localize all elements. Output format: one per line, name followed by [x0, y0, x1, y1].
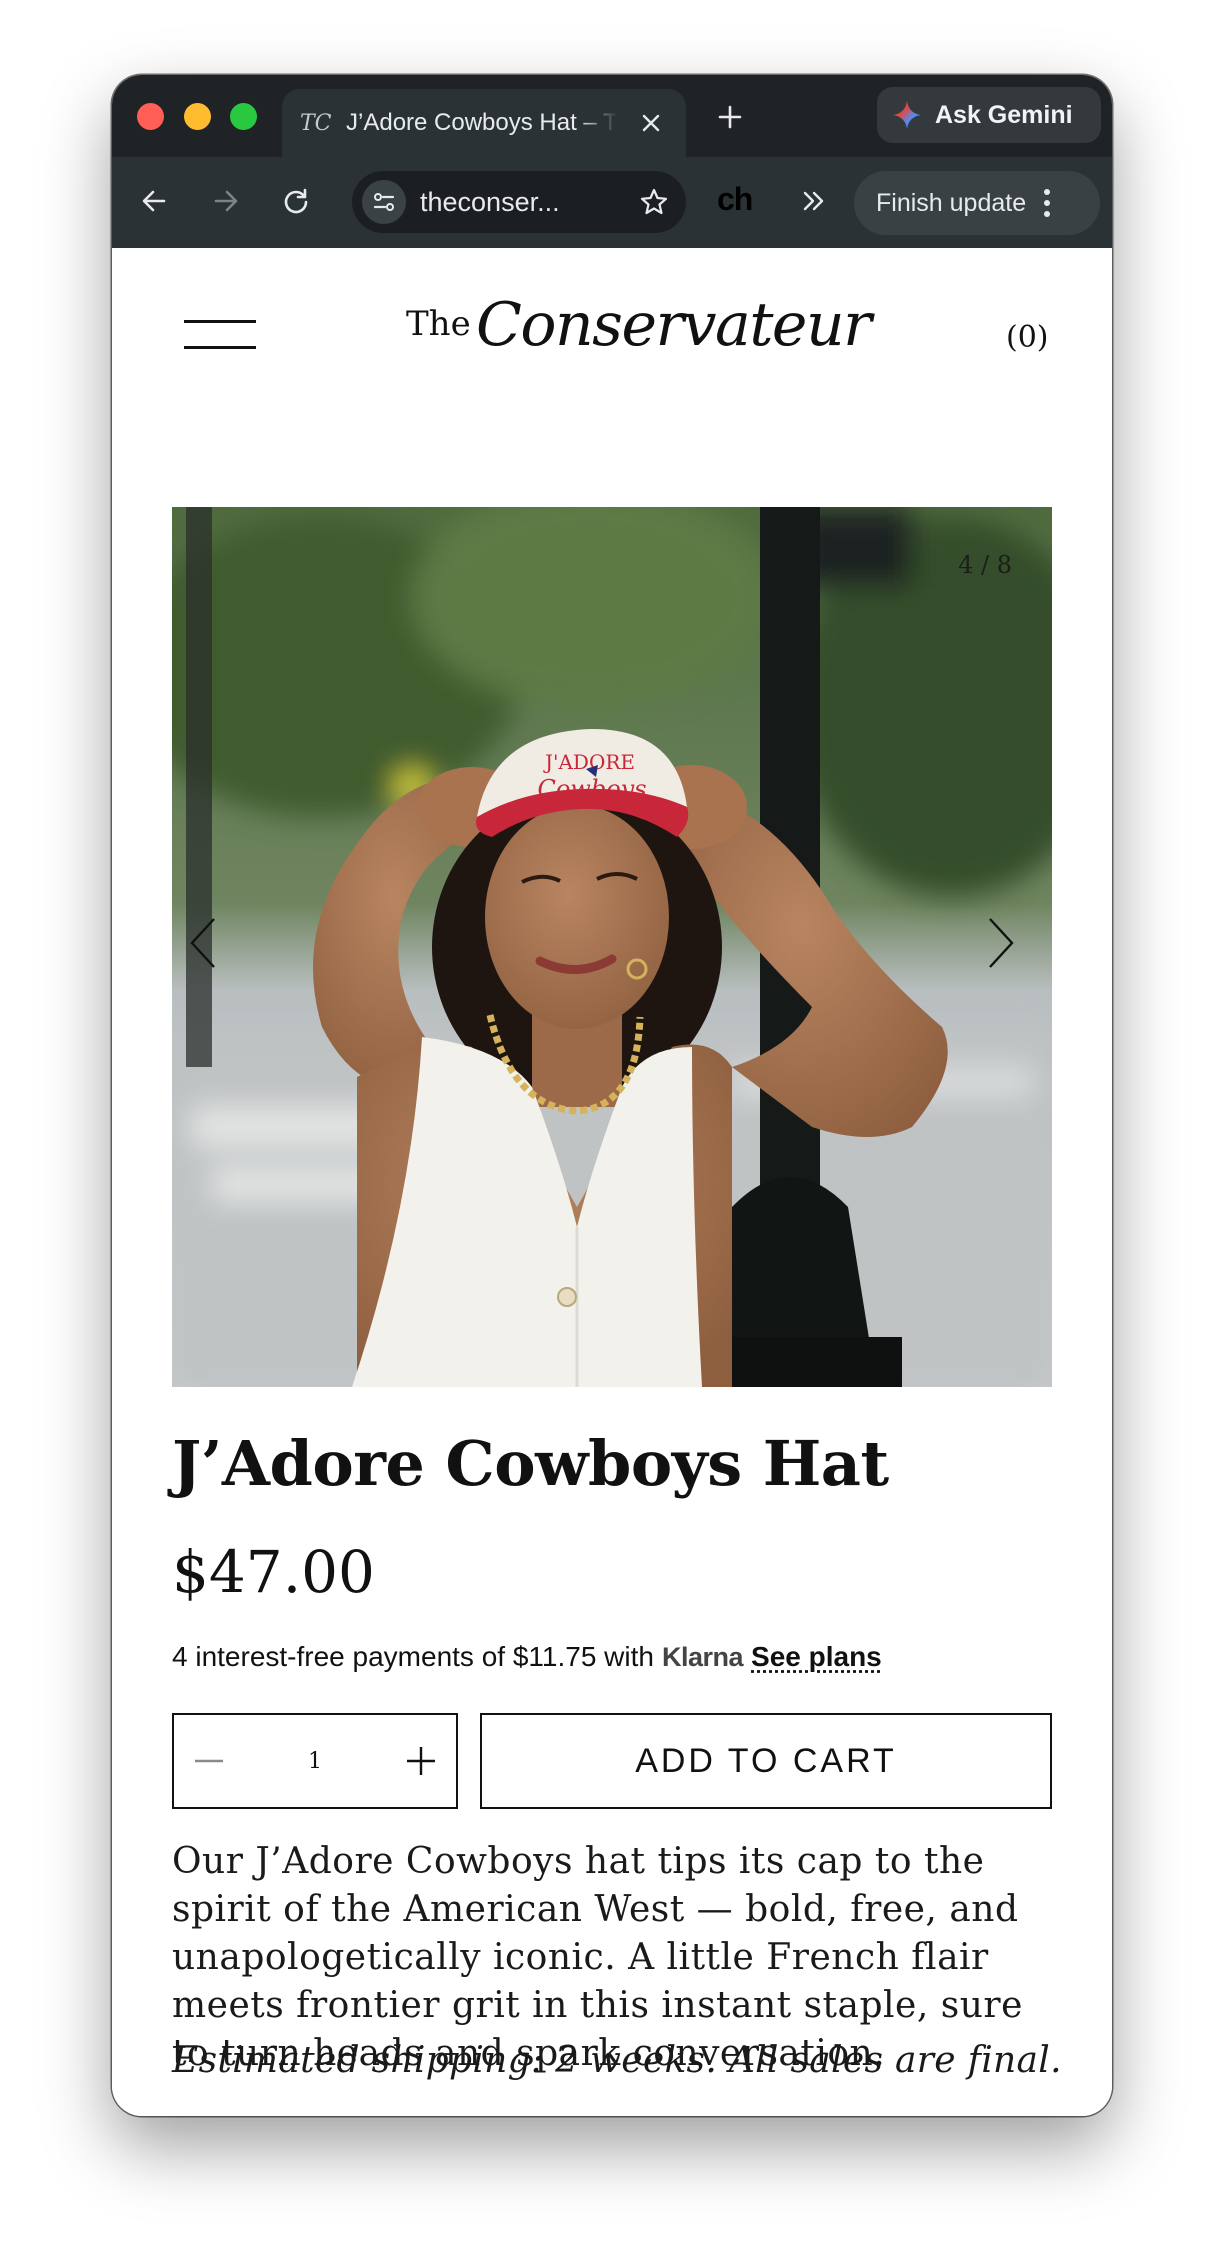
- minus-icon[interactable]: [174, 1715, 244, 1807]
- see-plans-link[interactable]: See plans: [751, 1641, 882, 1673]
- site-logo[interactable]: The Conservateur: [404, 290, 872, 370]
- klarna-financing: 4 interest-free payments of $11.75 with …: [172, 1641, 882, 1673]
- quantity-stepper: 1: [172, 1713, 458, 1809]
- tab-strip: TC J’Adore Cowboys Hat – The Conservateu…: [112, 75, 1112, 157]
- product-photo: J'ADORE Cowboys: [172, 507, 1052, 1387]
- site-favicon-icon: TC: [300, 110, 332, 136]
- cart-button[interactable]: (0): [1006, 320, 1049, 355]
- site-info-icon[interactable]: [362, 180, 406, 224]
- chevron-left-icon[interactable]: [188, 917, 238, 977]
- forward-icon[interactable]: [204, 179, 248, 223]
- ask-gemini-label: Ask Gemini: [935, 100, 1073, 129]
- bookmark-star-icon[interactable]: [634, 182, 674, 222]
- quantity-value[interactable]: 1: [244, 1749, 386, 1774]
- plus-icon[interactable]: [710, 97, 750, 137]
- add-to-cart-button[interactable]: ADD TO CART: [480, 1713, 1052, 1809]
- tab-active[interactable]: TC J’Adore Cowboys Hat – The Conservateu…: [282, 89, 686, 157]
- back-icon[interactable]: [132, 179, 176, 223]
- gallery-counter: 4 / 8: [958, 551, 1012, 579]
- chevron-right-icon[interactable]: [986, 917, 1036, 977]
- finish-update-button[interactable]: Finish update: [854, 171, 1100, 235]
- maximize-window-button[interactable]: [230, 103, 257, 130]
- chevron-double-right-icon[interactable]: [794, 181, 834, 221]
- logo-the: The: [406, 304, 471, 344]
- browser-toolbar: theconser... ch Finish update: [112, 157, 1112, 248]
- plus-icon[interactable]: [386, 1715, 456, 1807]
- hat-text-bottom: Cowboys: [537, 775, 646, 803]
- close-window-button[interactable]: [137, 103, 164, 130]
- product-price: $47.00: [172, 1538, 375, 1606]
- klarna-text: 4 interest-free payments of $11.75 with: [172, 1641, 654, 1672]
- logo-wordmark: Conservateur: [476, 290, 872, 360]
- gemini-sparkle-icon: [893, 101, 921, 129]
- menu-icon[interactable]: [184, 320, 256, 352]
- kebab-menu-icon[interactable]: [1044, 189, 1051, 217]
- close-icon[interactable]: [636, 108, 666, 138]
- browser-window: TC J’Adore Cowboys Hat – The Conservateu…: [112, 75, 1112, 2116]
- tab-title: J’Adore Cowboys Hat – The Conservateur: [346, 109, 618, 136]
- product-page: The Conservateur (0) J'ADORE Cowboys 4 /…: [112, 248, 1112, 2116]
- product-image-gallery[interactable]: J'ADORE Cowboys 4 / 8: [172, 507, 1052, 1387]
- shipping-note: Estimated shipping: 2 weeks. All sales a…: [172, 2040, 1062, 2081]
- product-title: J’Adore Cowboys Hat: [172, 1427, 889, 1500]
- finish-update-label: Finish update: [876, 188, 1027, 217]
- extension-button[interactable]: ch: [717, 181, 753, 218]
- reload-icon[interactable]: [274, 179, 318, 223]
- ask-gemini-button[interactable]: Ask Gemini: [877, 87, 1101, 143]
- klarna-logo: Klarna: [661, 1642, 744, 1672]
- url-text: theconser...: [420, 186, 560, 217]
- address-bar[interactable]: theconser...: [352, 171, 686, 233]
- minimize-window-button[interactable]: [184, 103, 211, 130]
